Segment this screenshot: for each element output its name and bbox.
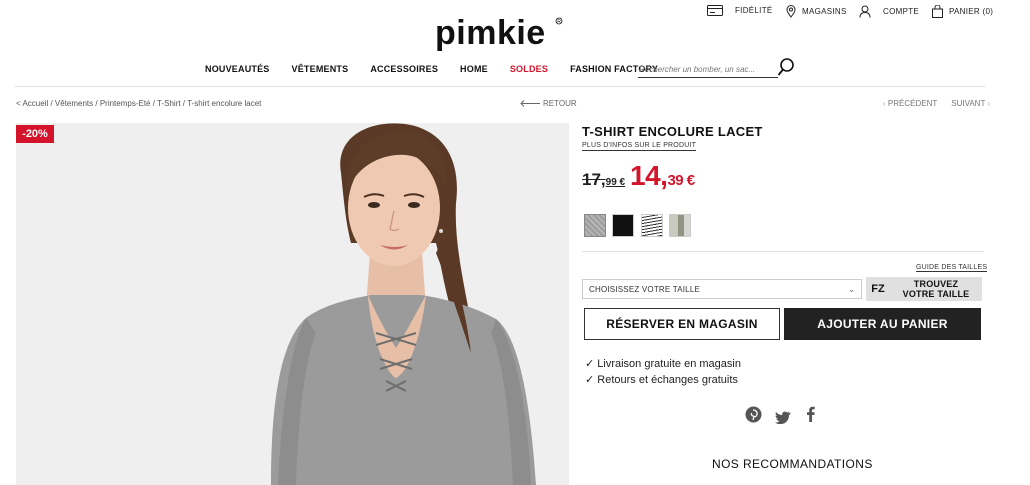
- search-input[interactable]: Rechercher un bomber, un sac...: [638, 60, 778, 78]
- size-select[interactable]: CHOISISSEZ VOTRE TAILLE ⌄: [582, 279, 862, 299]
- add-to-cart-button[interactable]: AJOUTER AU PANIER: [784, 308, 981, 340]
- retour-label: RETOUR: [543, 99, 577, 108]
- find-your-size-button[interactable]: fz TROUVEZ VOTRE TAILLE: [866, 277, 982, 301]
- header-divider: [15, 86, 985, 87]
- nav-soldes[interactable]: SOLDES: [510, 64, 548, 74]
- main-nav: NOUVEAUTÉS VÊTEMENTS ACCESSOIRES HOME SO…: [205, 64, 680, 74]
- find-size-label: TROUVEZ VOTRE TAILLE: [902, 279, 970, 299]
- divider: [582, 251, 984, 252]
- discount-badge: -20%: [16, 125, 54, 143]
- reserve-in-store-button[interactable]: RÉSERVER EN MAGASIN: [584, 308, 780, 340]
- model-photo: [16, 123, 569, 485]
- suivant-link[interactable]: SUIVANT ›: [951, 99, 990, 108]
- facebook-icon[interactable]: [806, 406, 815, 422]
- nav-accessoires[interactable]: ACCESSOIRES: [370, 64, 438, 74]
- swatch-grey[interactable]: [584, 214, 606, 237]
- more-info-link[interactable]: PLUS D'INFOS SUR LE PRODUIT: [582, 142, 697, 151]
- fitting-logo-icon: fz: [871, 283, 885, 295]
- search-icon[interactable]: [777, 57, 795, 77]
- chevron-down-icon: ⌄: [848, 285, 855, 294]
- product-image[interactable]: [16, 123, 569, 485]
- user-icon: [859, 5, 871, 18]
- shopping-bag-icon: [932, 5, 943, 18]
- swatch-stripe[interactable]: [641, 214, 663, 237]
- twitter-icon[interactable]: [775, 411, 791, 424]
- chevron-left-icon: ‹: [883, 99, 886, 108]
- magasins-link[interactable]: MAGASINS: [786, 5, 847, 18]
- card-icon: [707, 5, 723, 16]
- compte-label: COMPTE: [883, 7, 920, 16]
- location-pin-icon: [786, 5, 796, 18]
- svg-text:pimkie: pimkie: [435, 14, 546, 52]
- panier-label: PANIER (0): [949, 7, 994, 16]
- nav-home[interactable]: HOME: [460, 64, 488, 74]
- precedent-link[interactable]: ‹ PRÉCÉDENT: [883, 99, 937, 108]
- perk-free-delivery: ✓ Livraison gratuite en magasin: [585, 358, 741, 370]
- chevron-right-icon: ›: [987, 99, 991, 108]
- nav-nouveautes[interactable]: NOUVEAUTÉS: [205, 64, 270, 74]
- panier-link[interactable]: PANIER (0): [932, 5, 993, 18]
- perk-free-returns: ✓ Retours et échanges gratuits: [585, 374, 738, 386]
- swatch-khaki[interactable]: [669, 214, 691, 237]
- product-title: T-SHIRT ENCOLURE LACET: [582, 124, 763, 139]
- size-guide-link[interactable]: GUIDE DES TAILLES: [916, 264, 988, 272]
- compte-link[interactable]: COMPTE: [859, 5, 919, 18]
- arrow-left-icon: [520, 100, 540, 107]
- pinterest-icon[interactable]: [745, 406, 762, 423]
- svg-text:R: R: [557, 19, 561, 25]
- swatch-black[interactable]: [612, 214, 634, 237]
- old-price: 17,99 €: [582, 170, 626, 189]
- fidelite-link[interactable]: FIDÉLITÉ: [707, 5, 773, 16]
- product-pager: ‹ PRÉCÉDENT SUIVANT ›: [883, 99, 990, 108]
- size-select-label: CHOISISSEZ VOTRE TAILLE: [589, 285, 700, 294]
- breadcrumb[interactable]: < Accueil / Vêtements / Printemps-Eté / …: [16, 99, 261, 108]
- sale-price: 14,39 €: [630, 160, 695, 191]
- recommendations-heading: NOS RECOMMANDATIONS: [712, 457, 873, 471]
- retour-link[interactable]: RETOUR: [520, 99, 577, 108]
- magasins-label: MAGASINS: [802, 7, 847, 16]
- pimkie-logo[interactable]: pimkie R: [435, 12, 565, 56]
- nav-vetements[interactable]: VÊTEMENTS: [292, 64, 349, 74]
- fidelite-label: FIDÉLITÉ: [735, 6, 773, 15]
